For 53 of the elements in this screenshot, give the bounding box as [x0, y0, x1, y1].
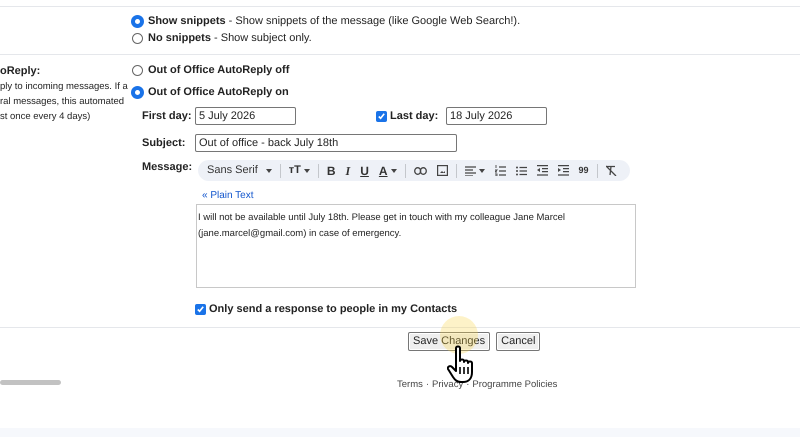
align-icon [464, 166, 476, 176]
checkbox[interactable] [195, 304, 206, 315]
radio-button[interactable] [132, 65, 143, 76]
description-text: st once every 4 days) [0, 110, 92, 124]
description-text: ply to incoming messages. If a [0, 80, 129, 94]
text-color-button[interactable]: A [376, 162, 400, 180]
bold-button[interactable]: B [324, 162, 339, 180]
plain-text-link[interactable]: « Plain Text [202, 190, 254, 202]
caret-icon [266, 168, 272, 172]
section-heading: oReply: [0, 64, 42, 79]
input-field[interactable]: 5 July 2026 [195, 107, 296, 125]
underline-button[interactable]: U [357, 162, 372, 180]
message-text: I will not be available until July 18th. Please get in touch with my colleague Jane Marcel [198, 211, 566, 225]
option-label: Out of Office AutoReply on [148, 85, 289, 100]
separator-dot: · [426, 378, 430, 392]
description-text: ral messages, this automated [0, 95, 126, 109]
message-text: (jane.marcel@gmail.com) in case of emergency. [198, 227, 402, 241]
field-label: First day: [142, 108, 193, 124]
separator-dot: · [466, 378, 470, 392]
input-field[interactable]: 18 July 2026 [446, 107, 547, 125]
option-label: Out of Office AutoReply off [148, 63, 290, 78]
caret-icon [390, 168, 397, 172]
quote-button[interactable]: 99 [576, 164, 592, 178]
footer-link[interactable]: Privacy [432, 378, 464, 392]
cancel-button[interactable]: Cancel [496, 332, 540, 351]
caret-icon [478, 168, 485, 172]
save-button[interactable]: Save Changes [408, 332, 490, 351]
field-label: Message: [142, 160, 194, 175]
option-label: No snippets - Show subject only. [148, 31, 312, 46]
clear-formatting-icon [606, 165, 617, 176]
radio-button[interactable] [132, 33, 143, 44]
input-field[interactable]: Out of office - back July 18th [195, 134, 457, 152]
bulleted-list-icon [516, 166, 527, 176]
radio-button[interactable] [132, 87, 143, 98]
footer-link[interactable]: Programme Policies [472, 378, 558, 392]
indent-icon [558, 165, 569, 176]
numbered-list-icon [494, 165, 506, 176]
image-icon [436, 165, 448, 176]
outdent-icon [536, 165, 548, 176]
field-label: Subject: [142, 136, 186, 151]
message-field[interactable]: I will not be available until July 18th. Please get in touch with my colleague Jane Marcel (jane.marcel@gmail.com) in case of emergency. [196, 204, 636, 288]
font-size-button[interactable]: тT [286, 162, 313, 179]
italic-button[interactable]: I [342, 162, 354, 180]
checkbox-label: Only send a response to people in my Contacts [209, 302, 458, 317]
field-label: Last day: [390, 108, 440, 124]
option-label: Show snippets - Show snippets of the message (like Google Web Search!). [148, 14, 520, 30]
font-select[interactable]: Sans Serif [204, 162, 275, 179]
radio-button[interactable] [132, 16, 143, 27]
scrollbar[interactable] [0, 380, 61, 385]
caret-icon [304, 168, 310, 172]
footer-link[interactable]: Terms [397, 378, 423, 392]
link-icon [414, 166, 427, 174]
checkbox[interactable] [376, 110, 387, 122]
